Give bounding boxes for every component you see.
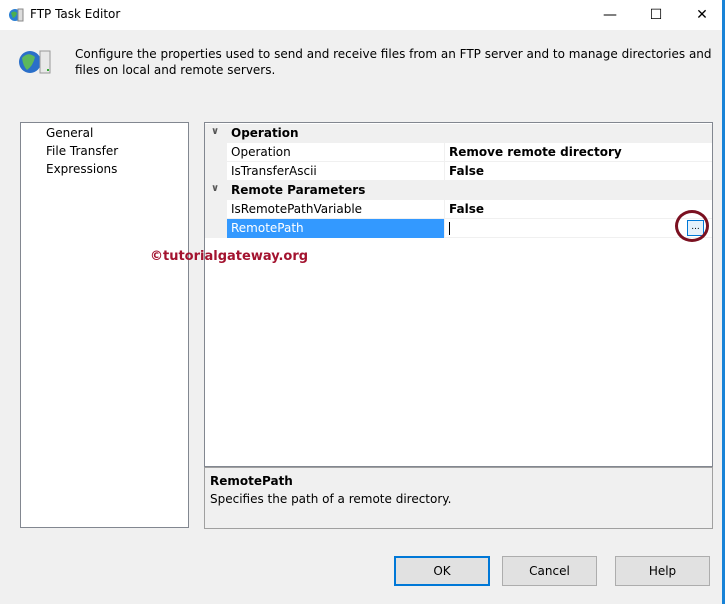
maximize-button[interactable]: ☐ [633, 0, 679, 30]
ftp-task-icon [9, 8, 24, 22]
property-name: IsRemotePathVariable [227, 200, 445, 219]
chevron-down-icon[interactable]: ∨ [211, 126, 219, 137]
property-row-selected[interactable]: RemotePath ... [205, 210, 712, 242]
ftp-globe-server-icon [19, 50, 51, 74]
nav-item-file-transfer[interactable]: File Transfer [46, 144, 118, 158]
category-label: Remote Parameters [231, 183, 366, 197]
category-label: Operation [231, 126, 299, 140]
cancel-button[interactable]: Cancel [502, 556, 597, 586]
help-text: Specifies the path of a remote directory… [210, 492, 452, 506]
chevron-down-icon[interactable]: ∨ [211, 183, 219, 194]
property-row[interactable]: Operation Remove remote directory [205, 143, 712, 162]
property-value[interactable]: False [445, 162, 712, 181]
header-description: Configure the properties used to send an… [75, 47, 712, 77]
title-bar: FTP Task Editor — ☐ ✕ [0, 0, 725, 30]
property-name: IsTransferAscii [227, 162, 445, 181]
nav-list: General File Transfer Expressions [20, 122, 189, 528]
property-value[interactable]: False [445, 200, 712, 219]
category-operation[interactable]: ∨ Operation [205, 124, 712, 143]
property-name: RemotePath [227, 219, 445, 238]
window-title: FTP Task Editor [30, 7, 121, 21]
close-button[interactable]: ✕ [679, 0, 725, 30]
nav-item-general[interactable]: General [46, 126, 93, 140]
property-row[interactable]: IsTransferAscii False [205, 162, 712, 181]
help-panel: RemotePath Specifies the path of a remot… [204, 467, 713, 529]
category-remote-parameters[interactable]: ∨ Remote Parameters [205, 181, 712, 200]
watermark: ©tutorialgateway.org [150, 249, 309, 264]
minimize-button[interactable]: — [587, 0, 633, 30]
help-title: RemotePath [210, 474, 293, 488]
text-cursor [449, 222, 450, 235]
property-grid: ∨ Operation Operation Remove remote dire… [204, 122, 713, 467]
property-row[interactable]: IsRemotePathVariable False [205, 200, 712, 219]
property-name: Operation [227, 143, 445, 162]
ok-button[interactable]: OK [394, 556, 490, 586]
nav-item-expressions[interactable]: Expressions [46, 162, 117, 176]
property-value[interactable]: Remove remote directory [445, 143, 712, 162]
remote-path-input[interactable] [455, 219, 685, 238]
help-button[interactable]: Help [615, 556, 710, 586]
highlight-circle [675, 210, 709, 242]
